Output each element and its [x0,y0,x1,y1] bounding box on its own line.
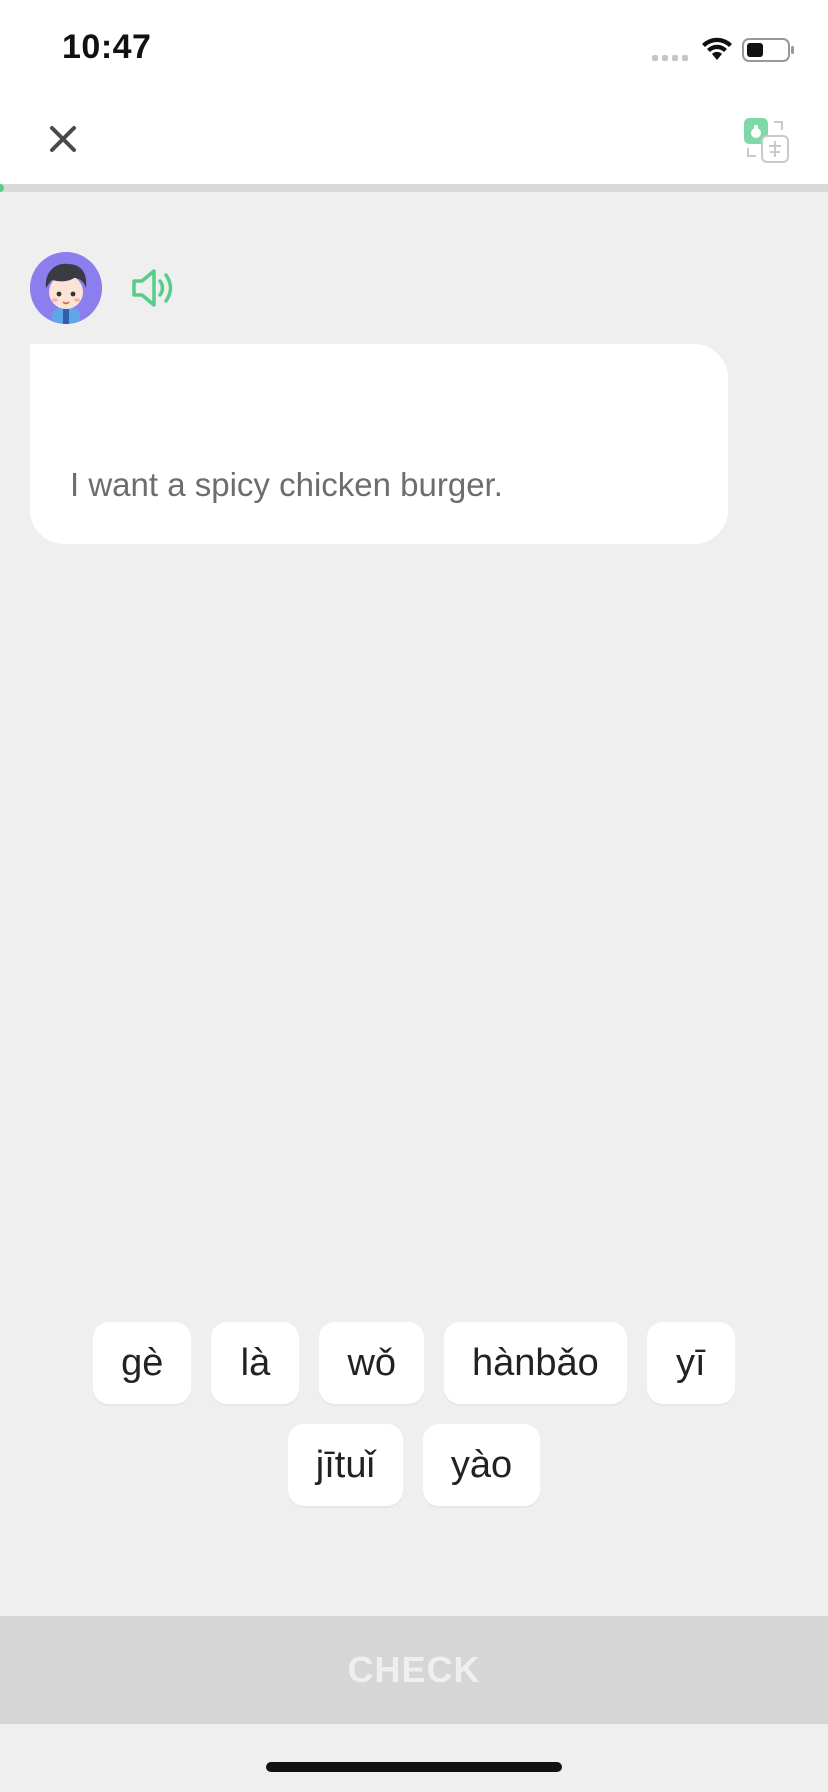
word-chip[interactable]: là [211,1322,300,1404]
word-bank-row: jītuǐ yào [0,1424,828,1506]
boy-avatar [30,252,102,324]
status-time: 10:47 [62,28,152,66]
word-chip[interactable]: yī [646,1322,735,1404]
play-audio-button[interactable] [130,266,178,310]
prompt-text: I want a spicy chicken burger. [70,466,503,503]
translate-icon[interactable] [742,116,790,164]
speaker-avatar [30,252,102,324]
wifi-icon [702,37,732,60]
close-button[interactable] [40,116,86,162]
prompt-bubble: I want a spicy chicken burger. [30,344,728,544]
check-button-label: CHECK [347,1649,481,1690]
lesson-screen: 10:47 I want a spicy chicken burger. gè … [0,0,828,1792]
top-nav [0,96,828,184]
speaker-icon [132,269,173,307]
close-icon [50,126,76,152]
word-bank-row: gè là wǒ hànbǎo yī [0,1322,828,1404]
battery-icon [742,38,794,62]
word-chip[interactable]: yào [422,1424,541,1506]
word-bank: gè là wǒ hànbǎo yī jītuǐ yào [0,1322,828,1526]
word-chip[interactable]: jītuǐ [287,1424,403,1506]
lesson-progress-fill [0,184,4,192]
signal-icon [652,55,688,61]
lesson-progress-bar [0,184,828,192]
home-indicator [266,1762,562,1772]
word-chip[interactable]: wǒ [319,1322,425,1404]
word-chip[interactable]: hànbǎo [444,1322,627,1404]
word-chip[interactable]: gè [93,1322,192,1404]
status-bar: 10:47 [0,0,828,96]
check-button[interactable]: CHECK [0,1616,828,1724]
